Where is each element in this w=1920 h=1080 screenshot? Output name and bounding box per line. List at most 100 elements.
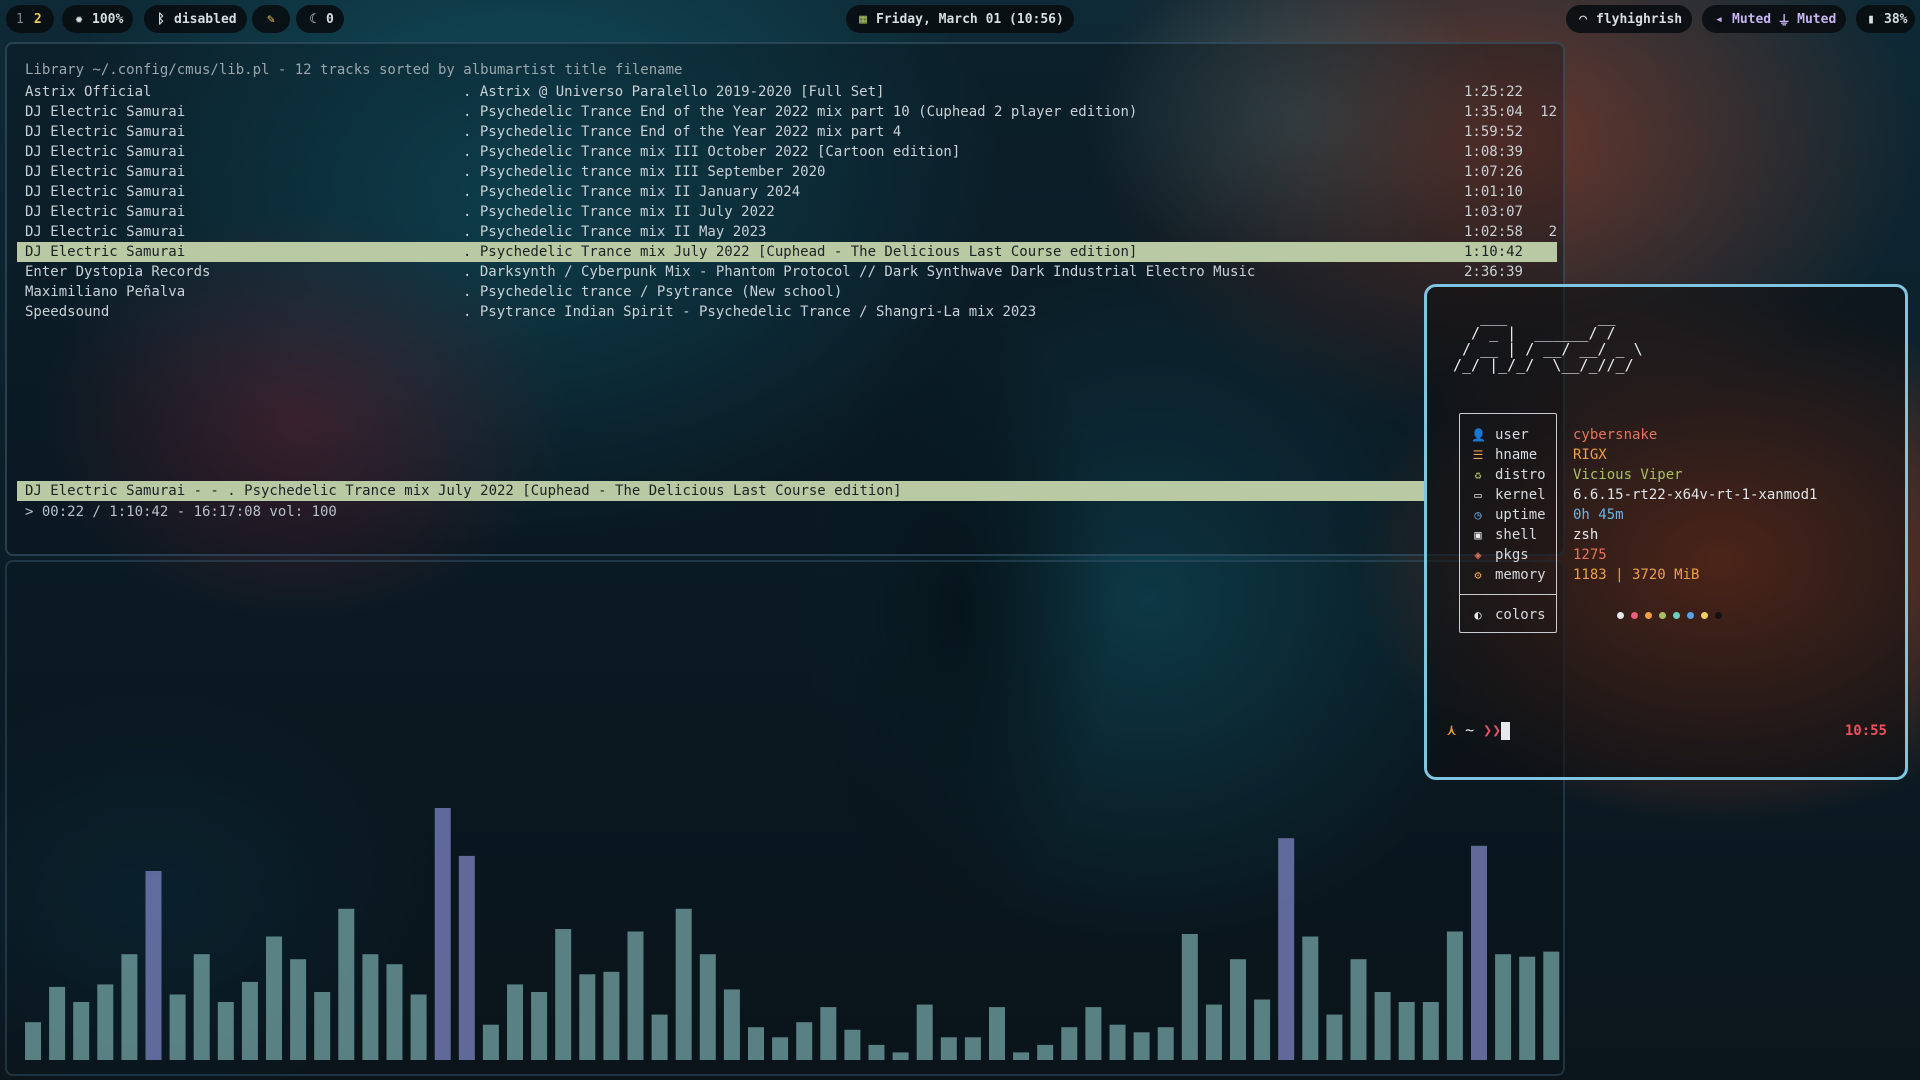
visualizer-bar	[989, 1007, 1005, 1060]
palette-swatch	[1673, 611, 1680, 619]
track-row[interactable]: DJ Electric Samurai . Psychedelic Trance …	[17, 142, 1557, 162]
workspace-2[interactable]: 2	[34, 12, 42, 27]
visualizer-bar	[1495, 954, 1512, 1060]
eyedropper-widget[interactable]: ✎	[252, 5, 290, 33]
track-artist: DJ Electric Samurai	[25, 244, 186, 260]
visualizer-bar	[1109, 1024, 1126, 1060]
track-artist: Enter Dystopia Records	[25, 264, 211, 280]
battery-level: 38%	[1884, 11, 1908, 27]
track-row[interactable]: Enter Dystopia Records . Darksynth / Cybe…	[17, 262, 1557, 282]
track-extra: 12	[1540, 104, 1557, 120]
clock-widget[interactable]: ▦ Friday, March 01 (10:56)	[846, 5, 1074, 33]
visualizer-bar	[434, 808, 451, 1060]
visualizer-bar	[266, 936, 282, 1060]
track-row[interactable]: DJ Electric Samurai . Psychedelic Trance …	[17, 202, 1557, 222]
track-artist: DJ Electric Samurai	[25, 164, 186, 180]
info-label: user	[1495, 427, 1529, 443]
track-row[interactable]: DJ Electric Samurai . Psychedelic Trance …	[17, 222, 1557, 242]
palette-swatch	[1645, 611, 1652, 619]
visualizer-bar	[1013, 1052, 1030, 1060]
visualizer-bar	[699, 954, 716, 1060]
palette-swatch	[1659, 611, 1666, 619]
user-icon: 👤	[1471, 428, 1486, 442]
track-row[interactable]: Speedsound . Psytrance Indian Spirit - Ps…	[17, 302, 1557, 322]
track-title: . Psychedelic Trance mix III October 202…	[463, 144, 961, 160]
library-header: Library ~/.config/cmus/lib.pl - 12 track…	[25, 62, 683, 78]
track-row[interactable]: Maximiliano Peñalva . Psychedelic trance …	[17, 282, 1557, 302]
notifications-widget[interactable]: ☾ 0	[296, 5, 344, 33]
info-label: pkgs	[1495, 547, 1529, 563]
brightness-icon: ✹	[75, 11, 83, 27]
visualizer-bar	[1037, 1044, 1054, 1060]
track-row[interactable]: DJ Electric Samurai . Psychedelic Trance …	[17, 182, 1557, 202]
audio-visualizer-window	[5, 560, 1565, 1076]
track-list[interactable]: Astrix Official . Astrix @ Universo Paral…	[17, 82, 1557, 322]
track-artist: DJ Electric Samurai	[25, 144, 186, 160]
fetch-terminal-window[interactable]: ___ __ / _ | ______/ / / __ | / __/ __/ …	[1424, 284, 1908, 780]
palette-swatch	[1617, 611, 1624, 619]
visualizer-bar	[121, 954, 138, 1060]
track-artist: DJ Electric Samurai	[25, 104, 186, 120]
brightness-widget[interactable]: ✹ 100%	[62, 5, 134, 33]
track-row[interactable]: DJ Electric Samurai . Psychedelic trance …	[17, 162, 1557, 182]
visualizer-bar	[1422, 1002, 1439, 1060]
visualizer-bar	[1133, 1032, 1150, 1060]
now-playing-bar: DJ Electric Samurai - - . Psychedelic Tr…	[17, 481, 1427, 501]
track-title: . Darksynth / Cyberpunk Mix - Phantom Pr…	[463, 264, 1256, 280]
info-label: hname	[1495, 447, 1538, 463]
wifi-ssid: flyhighrish	[1596, 11, 1683, 27]
visualizer-bar	[1471, 845, 1487, 1060]
track-title: . Astrix @ Universo Paralello 2019-2020 …	[463, 84, 885, 100]
visualizer-bar	[169, 994, 186, 1060]
visualizer-bar	[1085, 1007, 1102, 1060]
visualizer-bar	[964, 1037, 981, 1060]
wifi-widget[interactable]: ◠ flyhighrish	[1566, 5, 1693, 33]
uptime-icon: ◷	[1474, 508, 1482, 522]
track-duration: 1:10:42	[1463, 244, 1523, 260]
battery-widget[interactable]: ▮ 38%	[1856, 5, 1916, 33]
visualizer-bar	[531, 992, 548, 1060]
workspace-1[interactable]: 1	[16, 12, 24, 27]
palette-swatch	[1687, 611, 1694, 619]
track-title: . Psychedelic trance mix III September 2…	[463, 164, 826, 180]
visualizer-bar	[314, 992, 331, 1060]
visualizer-bar	[820, 1007, 837, 1060]
track-artist: Speedsound	[25, 304, 110, 320]
pkgs-icon: ◈	[1474, 548, 1482, 562]
bluetooth-widget[interactable]: ᛒ disabled	[144, 5, 247, 33]
text-cursor	[1501, 721, 1511, 740]
track-row[interactable]: Astrix Official . Astrix @ Universo Paral…	[17, 82, 1557, 102]
track-row[interactable]: DJ Electric Samurai . Psychedelic Trance …	[17, 122, 1557, 142]
palette-icon: ◐	[1474, 608, 1482, 622]
track-duration: 1:08:39	[1463, 144, 1523, 160]
visualizer-bar	[651, 1014, 668, 1060]
info-label: shell	[1495, 527, 1538, 543]
info-value: cybersnake	[1573, 427, 1658, 443]
visualizer-bar	[482, 1024, 499, 1060]
track-title: . Psychedelic Trance End of the Year 202…	[463, 124, 902, 140]
visualizer-bar	[193, 954, 210, 1060]
datetime-text: Friday, March 01 (10:56)	[876, 11, 1064, 27]
track-duration: 1:25:22	[1463, 84, 1523, 100]
calendar-icon: ▦	[859, 11, 867, 27]
track-duration: 2:36:39	[1463, 264, 1523, 280]
visualizer-bar	[555, 929, 572, 1060]
brightness-value: 100%	[92, 11, 124, 27]
info-label: kernel	[1495, 487, 1546, 503]
shell-prompt[interactable]: ⋏ ~ ❯❯	[1447, 721, 1511, 740]
visualizer-bar	[1157, 1027, 1174, 1060]
info-label: memory	[1495, 567, 1546, 583]
palette-swatch	[1701, 611, 1708, 619]
cmus-window[interactable]: Library ~/.config/cmus/lib.pl - 12 track…	[5, 42, 1565, 556]
info-label: uptime	[1495, 507, 1546, 523]
visualizer-bar	[892, 1052, 909, 1060]
track-row[interactable]: DJ Electric Samurai . Psychedelic Trance …	[17, 102, 1557, 122]
track-row[interactable]: DJ Electric Samurai . Psychedelic Trance …	[17, 242, 1557, 262]
visualizer-bar	[458, 855, 475, 1060]
visualizer-bar	[796, 1022, 813, 1060]
visualizer-bar	[1061, 1027, 1078, 1060]
track-artist: Maximiliano Peñalva	[25, 284, 186, 300]
audio-widget[interactable]: ◂ Muted ⏚ Muted	[1702, 5, 1847, 33]
prompt-time: 10:55	[1844, 723, 1887, 739]
visualizer-bar	[916, 1004, 933, 1060]
